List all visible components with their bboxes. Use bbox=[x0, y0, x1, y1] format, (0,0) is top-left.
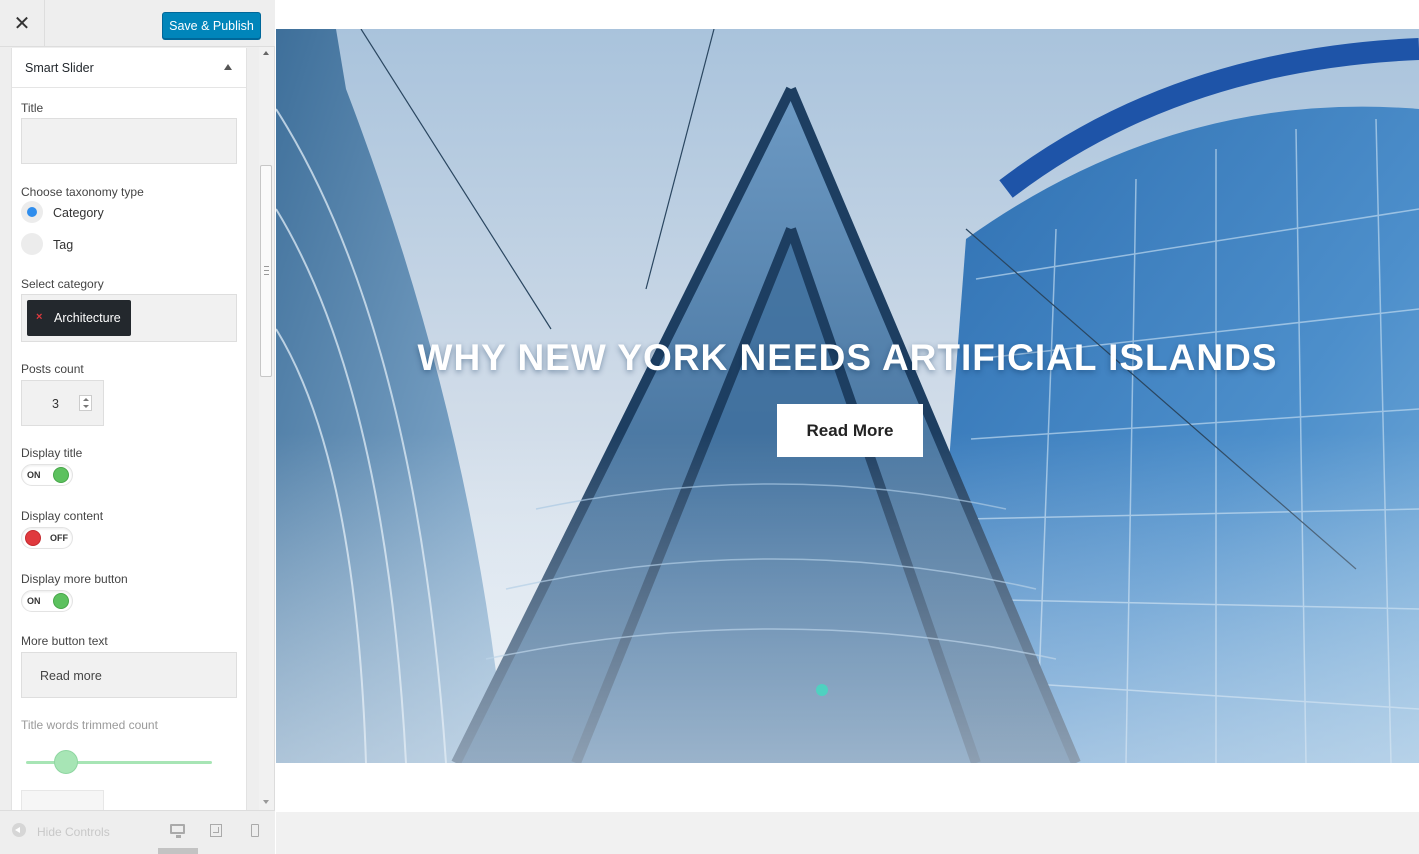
active-device-indicator bbox=[158, 848, 198, 854]
collapse-arrow-icon[interactable] bbox=[224, 64, 232, 70]
panel-title: Smart Slider bbox=[25, 61, 94, 75]
trim-count-input[interactable] bbox=[21, 790, 104, 810]
save-publish-button[interactable]: Save & Publish bbox=[162, 12, 261, 39]
hide-controls-button[interactable]: Hide Controls bbox=[37, 825, 110, 839]
toggle-state-text: ON bbox=[27, 470, 41, 480]
scroll-grip-icon bbox=[264, 266, 269, 275]
slider-pagination-dot[interactable] bbox=[816, 684, 828, 696]
hide-controls-icon[interactable] bbox=[12, 823, 26, 837]
scroll-up-icon[interactable] bbox=[263, 51, 269, 55]
preview-footer bbox=[276, 812, 1419, 854]
toggle-knob bbox=[53, 467, 69, 483]
trim-count-slider-handle[interactable] bbox=[54, 750, 78, 774]
display-content-toggle[interactable]: OFF bbox=[21, 527, 73, 549]
posts-count-stepper[interactable] bbox=[79, 395, 92, 411]
panel-scrollbar[interactable] bbox=[259, 47, 274, 810]
more-text-label: More button text bbox=[21, 634, 108, 648]
scroll-down-icon[interactable] bbox=[263, 800, 269, 804]
read-more-button[interactable]: Read More bbox=[777, 404, 923, 457]
radio-category[interactable] bbox=[21, 201, 43, 223]
category-label: Select category bbox=[21, 277, 104, 291]
display-more-toggle[interactable]: ON bbox=[21, 590, 73, 612]
desktop-preview-icon[interactable] bbox=[170, 824, 185, 838]
customizer-topbar: ✕ Save & Publish bbox=[0, 0, 275, 47]
more-text-value: Read more bbox=[40, 669, 102, 683]
radio-category-label[interactable]: Category bbox=[53, 206, 104, 220]
toggle-knob bbox=[25, 530, 41, 546]
customizer-sidebar: ✕ Save & Publish Smart Slider Title Choo… bbox=[0, 0, 275, 854]
trim-count-label: Title words trimmed count bbox=[21, 718, 158, 732]
category-chip: × Architecture bbox=[27, 300, 131, 336]
category-chip-label: Architecture bbox=[54, 311, 121, 325]
architecture-background-image bbox=[276, 29, 1419, 763]
toggle-state-text: ON bbox=[27, 596, 41, 606]
tablet-preview-icon[interactable] bbox=[210, 824, 222, 837]
taxonomy-label: Choose taxonomy type bbox=[21, 185, 144, 199]
mobile-preview-icon[interactable] bbox=[251, 824, 259, 837]
title-input[interactable] bbox=[21, 118, 237, 164]
title-label: Title bbox=[21, 101, 44, 115]
customizer-footer: Hide Controls bbox=[0, 810, 275, 854]
radio-tag[interactable] bbox=[21, 233, 43, 255]
posts-count-input[interactable]: 3 bbox=[21, 380, 104, 426]
smart-slider-panel: Smart Slider Title Choose taxonomy type … bbox=[11, 48, 247, 810]
scroll-thumb[interactable] bbox=[260, 165, 272, 377]
category-select[interactable]: × Architecture bbox=[21, 294, 237, 342]
more-text-input[interactable]: Read more bbox=[21, 652, 237, 698]
display-more-label: Display more button bbox=[21, 572, 128, 586]
stepper-down-icon[interactable] bbox=[83, 405, 89, 408]
radio-tag-label[interactable]: Tag bbox=[53, 238, 73, 252]
toggle-knob bbox=[53, 593, 69, 609]
toggle-state-text: OFF bbox=[50, 533, 68, 543]
display-content-label: Display content bbox=[21, 509, 104, 523]
panel-header[interactable]: Smart Slider bbox=[12, 48, 246, 88]
posts-count-value: 3 bbox=[52, 397, 59, 411]
display-title-toggle[interactable]: ON bbox=[21, 464, 73, 486]
display-title-label: Display title bbox=[21, 446, 83, 460]
hero-slider: WHY NEW YORK NEEDS ARTIFICIAL ISLANDS Re… bbox=[276, 29, 1419, 763]
close-icon: ✕ bbox=[13, 13, 31, 35]
stepper-up-icon[interactable] bbox=[83, 398, 89, 401]
posts-count-label: Posts count bbox=[21, 362, 84, 376]
remove-chip-icon[interactable]: × bbox=[36, 311, 42, 323]
slide-title: WHY NEW YORK NEEDS ARTIFICIAL ISLANDS bbox=[417, 337, 1278, 378]
close-customizer-button[interactable]: ✕ bbox=[0, 0, 45, 47]
